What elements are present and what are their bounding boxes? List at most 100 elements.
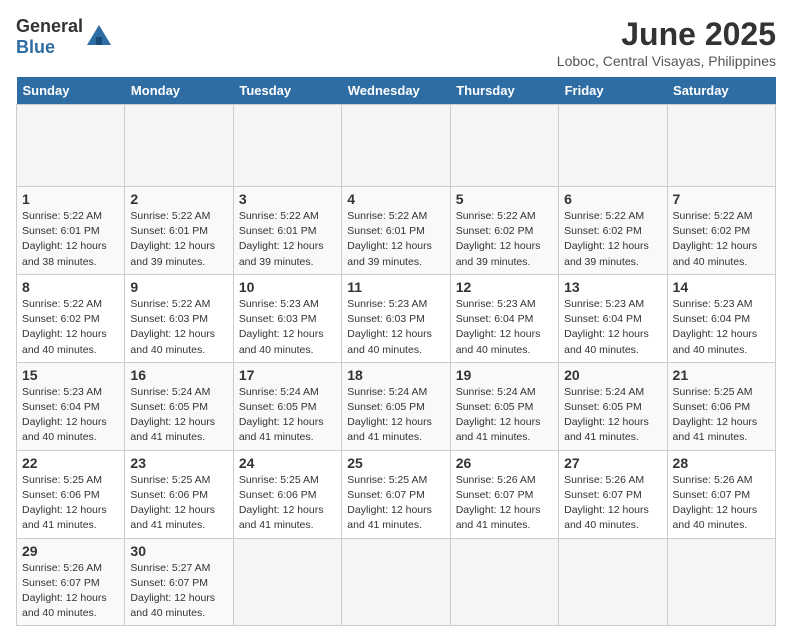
day-number: 3 [239,191,336,207]
day-info: Sunrise: 5:22 AMSunset: 6:02 PMDaylight:… [456,210,541,268]
calendar-cell: 27 Sunrise: 5:26 AMSunset: 6:07 PMDaylig… [559,450,667,538]
day-of-week-header: Wednesday [342,77,450,105]
calendar-cell: 23 Sunrise: 5:25 AMSunset: 6:06 PMDaylig… [125,450,233,538]
calendar-cell: 19 Sunrise: 5:24 AMSunset: 6:05 PMDaylig… [450,362,558,450]
calendar-cell [342,538,450,626]
day-info: Sunrise: 5:26 AMSunset: 6:07 PMDaylight:… [456,474,541,532]
logo-text: General Blue [16,16,83,58]
calendar-cell [667,105,775,187]
day-info: Sunrise: 5:22 AMSunset: 6:01 PMDaylight:… [239,210,324,268]
day-number: 30 [130,543,227,559]
calendar-cell: 26 Sunrise: 5:26 AMSunset: 6:07 PMDaylig… [450,450,558,538]
day-of-week-header: Thursday [450,77,558,105]
day-number: 9 [130,279,227,295]
calendar-cell: 25 Sunrise: 5:25 AMSunset: 6:07 PMDaylig… [342,450,450,538]
calendar-cell: 3 Sunrise: 5:22 AMSunset: 6:01 PMDayligh… [233,187,341,275]
day-info: Sunrise: 5:27 AMSunset: 6:07 PMDaylight:… [130,562,215,620]
day-number: 17 [239,367,336,383]
day-info: Sunrise: 5:22 AMSunset: 6:01 PMDaylight:… [130,210,215,268]
day-info: Sunrise: 5:26 AMSunset: 6:07 PMDaylight:… [564,474,649,532]
calendar-cell: 30 Sunrise: 5:27 AMSunset: 6:07 PMDaylig… [125,538,233,626]
calendar-cell: 18 Sunrise: 5:24 AMSunset: 6:05 PMDaylig… [342,362,450,450]
calendar-cell: 1 Sunrise: 5:22 AMSunset: 6:01 PMDayligh… [17,187,125,275]
calendar-cell [125,105,233,187]
day-number: 13 [564,279,661,295]
day-number: 6 [564,191,661,207]
calendar-cell: 15 Sunrise: 5:23 AMSunset: 6:04 PMDaylig… [17,362,125,450]
day-number: 23 [130,455,227,471]
day-of-week-header: Saturday [667,77,775,105]
day-number: 28 [673,455,770,471]
day-number: 22 [22,455,119,471]
calendar-table: SundayMondayTuesdayWednesdayThursdayFrid… [16,77,776,626]
calendar-cell [450,105,558,187]
day-info: Sunrise: 5:24 AMSunset: 6:05 PMDaylight:… [130,386,215,444]
day-number: 27 [564,455,661,471]
day-number: 8 [22,279,119,295]
calendar-cell: 2 Sunrise: 5:22 AMSunset: 6:01 PMDayligh… [125,187,233,275]
day-info: Sunrise: 5:23 AMSunset: 6:04 PMDaylight:… [22,386,107,444]
week-row: 29 Sunrise: 5:26 AMSunset: 6:07 PMDaylig… [17,538,776,626]
week-row: 22 Sunrise: 5:25 AMSunset: 6:06 PMDaylig… [17,450,776,538]
calendar-cell: 17 Sunrise: 5:24 AMSunset: 6:05 PMDaylig… [233,362,341,450]
day-number: 18 [347,367,444,383]
day-number: 16 [130,367,227,383]
day-info: Sunrise: 5:25 AMSunset: 6:07 PMDaylight:… [347,474,432,532]
day-number: 24 [239,455,336,471]
calendar-cell: 12 Sunrise: 5:23 AMSunset: 6:04 PMDaylig… [450,274,558,362]
day-number: 25 [347,455,444,471]
calendar-cell [342,105,450,187]
calendar-cell: 9 Sunrise: 5:22 AMSunset: 6:03 PMDayligh… [125,274,233,362]
calendar-cell [559,538,667,626]
calendar-cell: 22 Sunrise: 5:25 AMSunset: 6:06 PMDaylig… [17,450,125,538]
day-number: 20 [564,367,661,383]
day-info: Sunrise: 5:22 AMSunset: 6:02 PMDaylight:… [564,210,649,268]
calendar-cell [559,105,667,187]
day-number: 5 [456,191,553,207]
day-info: Sunrise: 5:26 AMSunset: 6:07 PMDaylight:… [673,474,758,532]
day-number: 11 [347,279,444,295]
calendar-cell: 28 Sunrise: 5:26 AMSunset: 6:07 PMDaylig… [667,450,775,538]
days-of-week-row: SundayMondayTuesdayWednesdayThursdayFrid… [17,77,776,105]
day-info: Sunrise: 5:23 AMSunset: 6:04 PMDaylight:… [456,298,541,356]
day-number: 4 [347,191,444,207]
calendar-cell: 11 Sunrise: 5:23 AMSunset: 6:03 PMDaylig… [342,274,450,362]
calendar-cell: 6 Sunrise: 5:22 AMSunset: 6:02 PMDayligh… [559,187,667,275]
week-row: 1 Sunrise: 5:22 AMSunset: 6:01 PMDayligh… [17,187,776,275]
calendar-cell: 13 Sunrise: 5:23 AMSunset: 6:04 PMDaylig… [559,274,667,362]
day-info: Sunrise: 5:23 AMSunset: 6:03 PMDaylight:… [239,298,324,356]
day-of-week-header: Sunday [17,77,125,105]
week-row [17,105,776,187]
calendar-cell [233,538,341,626]
day-number: 2 [130,191,227,207]
calendar-cell [667,538,775,626]
calendar-cell: 29 Sunrise: 5:26 AMSunset: 6:07 PMDaylig… [17,538,125,626]
day-info: Sunrise: 5:22 AMSunset: 6:03 PMDaylight:… [130,298,215,356]
day-info: Sunrise: 5:24 AMSunset: 6:05 PMDaylight:… [347,386,432,444]
calendar-subtitle: Loboc, Central Visayas, Philippines [557,53,776,69]
calendar-cell: 10 Sunrise: 5:23 AMSunset: 6:03 PMDaylig… [233,274,341,362]
day-number: 26 [456,455,553,471]
day-info: Sunrise: 5:24 AMSunset: 6:05 PMDaylight:… [564,386,649,444]
day-info: Sunrise: 5:24 AMSunset: 6:05 PMDaylight:… [239,386,324,444]
day-info: Sunrise: 5:23 AMSunset: 6:04 PMDaylight:… [673,298,758,356]
calendar-cell [450,538,558,626]
calendar-title: June 2025 [557,16,776,53]
day-info: Sunrise: 5:25 AMSunset: 6:06 PMDaylight:… [22,474,107,532]
day-number: 7 [673,191,770,207]
calendar-cell: 4 Sunrise: 5:22 AMSunset: 6:01 PMDayligh… [342,187,450,275]
day-info: Sunrise: 5:22 AMSunset: 6:02 PMDaylight:… [673,210,758,268]
page-header: General Blue June 2025 Loboc, Central Vi… [16,16,776,69]
calendar-cell [233,105,341,187]
day-number: 1 [22,191,119,207]
calendar-cell: 16 Sunrise: 5:24 AMSunset: 6:05 PMDaylig… [125,362,233,450]
day-of-week-header: Friday [559,77,667,105]
calendar-cell [17,105,125,187]
day-info: Sunrise: 5:25 AMSunset: 6:06 PMDaylight:… [673,386,758,444]
day-info: Sunrise: 5:22 AMSunset: 6:01 PMDaylight:… [347,210,432,268]
day-info: Sunrise: 5:23 AMSunset: 6:03 PMDaylight:… [347,298,432,356]
day-info: Sunrise: 5:22 AMSunset: 6:01 PMDaylight:… [22,210,107,268]
day-info: Sunrise: 5:22 AMSunset: 6:02 PMDaylight:… [22,298,107,356]
calendar-cell: 21 Sunrise: 5:25 AMSunset: 6:06 PMDaylig… [667,362,775,450]
calendar-cell: 7 Sunrise: 5:22 AMSunset: 6:02 PMDayligh… [667,187,775,275]
